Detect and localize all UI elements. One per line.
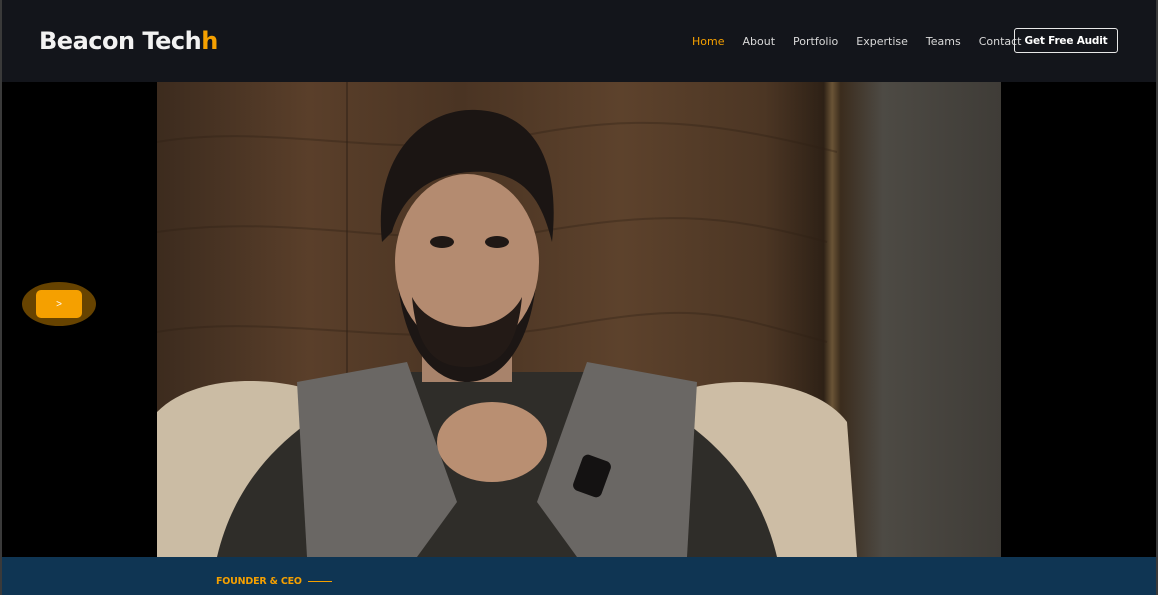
founder-video-frame bbox=[157, 82, 857, 557]
nav-portfolio[interactable]: Portfolio bbox=[793, 35, 838, 48]
nav-about[interactable]: About bbox=[742, 35, 775, 48]
brand-accent-letter: h bbox=[201, 27, 218, 55]
founder-video[interactable] bbox=[157, 82, 1001, 557]
brand-name: Beacon Tech bbox=[39, 27, 202, 55]
founder-band: FOUNDER & CEO bbox=[2, 557, 1156, 595]
play-button[interactable]: > bbox=[36, 290, 82, 318]
founder-title: FOUNDER & CEO bbox=[216, 576, 302, 587]
nav-home[interactable]: Home bbox=[692, 35, 724, 48]
site-header: Beacon Techh Home About Portfolio Expert… bbox=[2, 0, 1156, 82]
brand-logo[interactable]: Beacon Techh bbox=[39, 27, 218, 55]
get-free-audit-button[interactable]: Get Free Audit bbox=[1014, 28, 1118, 53]
video-section: > bbox=[2, 82, 1156, 557]
nav-teams[interactable]: Teams bbox=[926, 35, 961, 48]
play-icon: > bbox=[56, 298, 62, 310]
nav-expertise[interactable]: Expertise bbox=[856, 35, 908, 48]
main-nav: Home About Portfolio Expertise Teams Con… bbox=[692, 35, 1040, 48]
play-button-ring[interactable]: > bbox=[22, 282, 96, 326]
founder-label: FOUNDER & CEO bbox=[216, 576, 332, 587]
founder-divider bbox=[307, 581, 332, 582]
